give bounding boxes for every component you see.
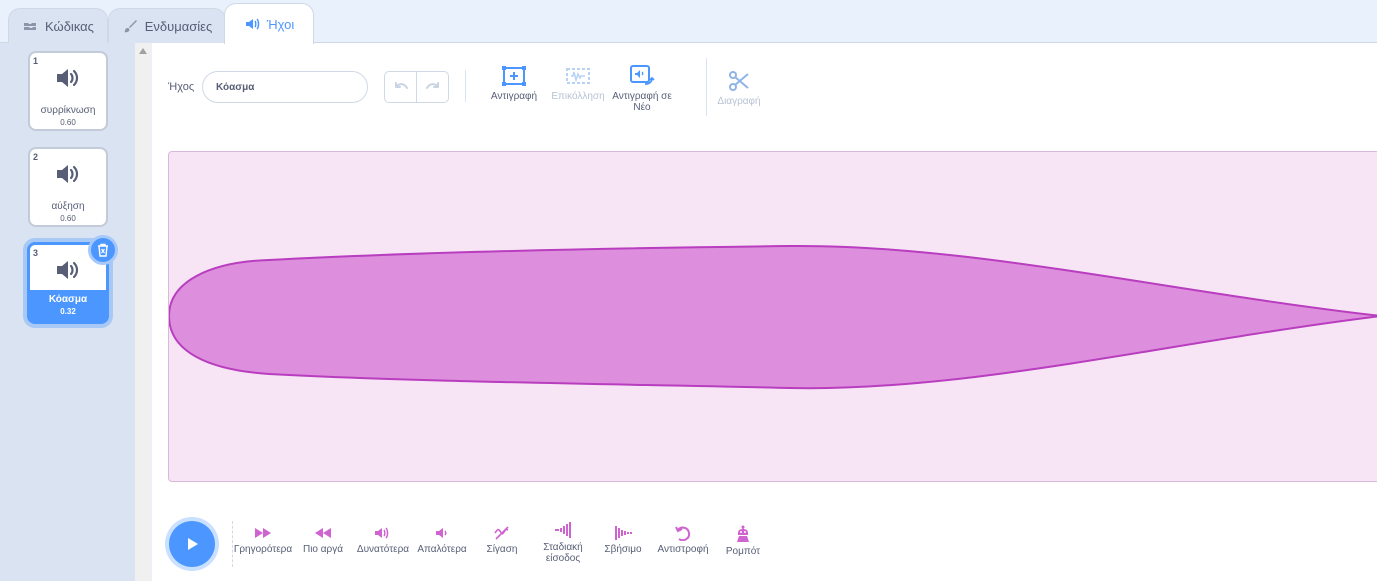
effect-label: Πιο αργά [302,544,344,555]
effect-label: Αντιστροφή [657,544,709,555]
paste-icon [566,68,590,84]
sound-name: Κόασμα [48,294,88,305]
effect-robot-button[interactable]: Ρομπότ [720,525,766,557]
sound-list-scrollbar[interactable] [135,43,151,581]
sound-name-input[interactable]: Κόασμα [202,71,368,103]
sound-item-2[interactable]: 2 αύξηση 0.60 [28,147,108,227]
tab-bar: Κώδικας Ενδυμασίες Ήχοι [0,0,1377,44]
tab-costumes[interactable]: Ενδυμασίες [108,8,226,43]
waveform-area[interactable] [168,151,1377,482]
sound-name-label: Ήχος [168,81,195,93]
sound-name-value: Κόασμα [216,81,255,93]
tab-code[interactable]: Κώδικας [8,8,108,43]
waveform [169,244,1377,390]
play-button[interactable] [169,521,215,567]
reverse-icon [675,526,691,541]
toolbar-divider [465,70,466,102]
effect-faster-button[interactable]: Γρηγορότερα [232,525,294,555]
effect-softer-button[interactable]: Απαλότερα [416,525,468,555]
copy-button[interactable]: Αντιγραφή [487,65,541,102]
copy-to-new-icon [630,65,655,85]
copy-to-new-label: Αντιγραφή σε Νέο [612,91,672,113]
fade-in-icon [555,522,571,538]
play-icon [188,538,198,550]
effect-label: Απαλότερα [417,544,467,555]
undo-icon [394,82,408,89]
louder-icon [375,527,389,539]
effect-slower-button[interactable]: Πιο αργά [300,525,346,555]
speaker-icon [57,261,79,279]
effect-label: Σβήσιμο [604,544,642,555]
sound-number: 3 [33,248,39,258]
sound-name: αύξηση [51,201,85,212]
tab-code-label: Κώδικας [45,18,94,34]
effect-fade-out-button[interactable]: Σβήσιμο [598,525,648,555]
sound-list: 1 συρρίκνωση 0.60 2 αύξηση 0.60 3 Κόασμα… [0,43,135,581]
redo-button[interactable] [416,72,448,102]
tab-sounds-label: Ήχοι [266,16,295,32]
copy-to-new-button[interactable]: Αντιγραφή σε Νέο [610,65,674,113]
tab-sounds[interactable]: Ήχοι [224,3,314,44]
effect-label: Σταδιακή είσοδος [543,542,583,564]
softer-icon [436,528,447,538]
toolbar-divider [706,58,707,116]
effect-louder-button[interactable]: Δυνατότερα [354,525,412,555]
effect-label: Γρηγορότερα [233,544,293,555]
sound-item-1[interactable]: 1 συρρίκνωση 0.60 [28,51,108,131]
robot-icon [737,525,749,542]
undo-button[interactable] [385,72,416,102]
sound-editor: Ήχος Κόασμα Αντιγραφή Επικόλληση Αντιγρα… [152,43,1377,581]
faster-icon [255,528,271,538]
effect-label: Ρομπότ [725,546,761,557]
effect-label: Σίγαση [486,544,518,555]
effect-reverse-button[interactable]: Αντιστροφή [654,525,712,555]
copy-icon [502,66,526,86]
sound-list-panel: 1 συρρίκνωση 0.60 2 αύξηση 0.60 3 Κόασμα… [0,43,151,581]
undo-redo-group [384,71,449,103]
scissors-icon [729,71,749,91]
effect-fade-in-button[interactable]: Σταδιακή είσοδος [534,521,592,564]
speaker-icon [57,69,79,87]
delete-sound-button[interactable] [88,235,118,265]
paste-button[interactable]: Επικόλληση [550,65,606,102]
delete-label: Διαγραφή [717,96,761,107]
sound-duration: 0.60 [60,214,76,223]
mute-icon [494,526,509,540]
sound-duration: 0.60 [60,118,76,127]
code-icon [24,23,37,30]
tab-costumes-label: Ενδυμασίες [144,18,213,34]
sound-duration: 0.32 [60,307,76,316]
speaker-icon [57,165,79,183]
sound-editor-screen: Κώδικας Ενδυμασίες Ήχοι 1 συρρίκνωση 0.6… [0,0,1377,581]
delete-button[interactable]: Διαγραφή [714,70,764,107]
effect-label: Δυνατότερα [356,544,410,555]
sound-item-3[interactable]: 3 Κόασμα 0.32 [27,235,118,324]
paste-label: Επικόλληση [551,91,605,102]
sound-number: 2 [33,152,39,162]
sound-icon [245,18,259,30]
copy-label: Αντιγραφή [490,91,538,102]
scroll-up-arrow-icon[interactable] [139,48,147,54]
slower-icon [315,528,331,538]
effect-mute-button[interactable]: Σίγαση [482,525,522,555]
trash-icon [98,243,108,257]
brush-icon [123,20,137,33]
sound-number: 1 [33,56,39,66]
fade-out-icon [615,526,632,540]
sound-name: συρρίκνωση [40,105,96,116]
redo-icon [425,82,439,89]
